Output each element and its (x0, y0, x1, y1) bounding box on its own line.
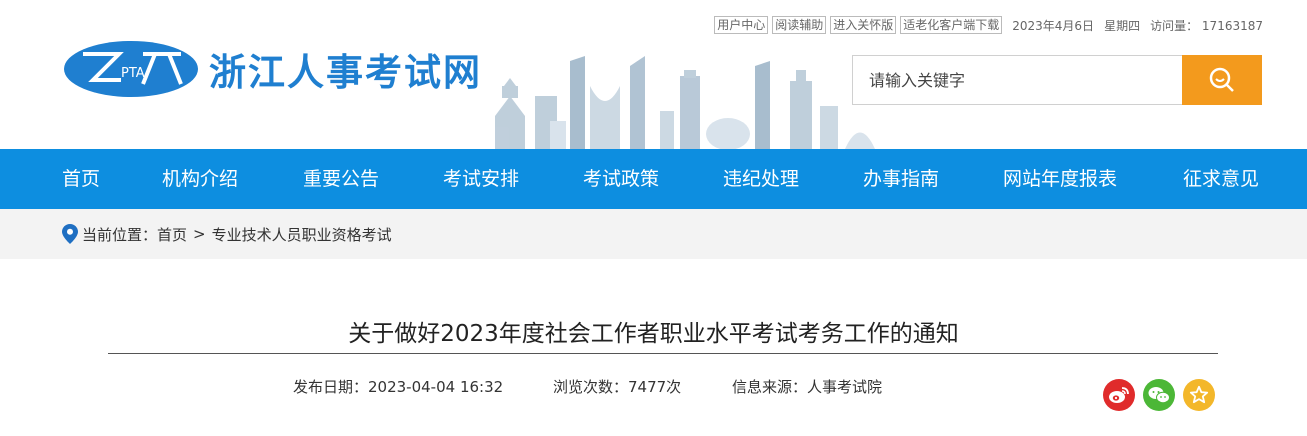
elderly-client-download-link[interactable]: 适老化客户端下载 (900, 16, 1003, 34)
current-weekday: 星期四 (1104, 18, 1141, 33)
publish-date: 发布日期：2023-04-04 16:32 (293, 378, 504, 396)
breadcrumb-bar: 当前位置： 首页 > 专业技术人员职业资格考试 (0, 209, 1307, 259)
nav-item-exam-policy[interactable]: 考试政策 (583, 149, 659, 209)
share-weibo-button[interactable] (1103, 379, 1135, 411)
logo-mark-text: PTA (121, 66, 145, 81)
breadcrumb-separator: > (193, 225, 206, 243)
search-input[interactable] (852, 55, 1182, 105)
top-bar: 用户中心 阅读辅助 进入关怀版 适老化客户端下载 2023年4月6日 星期四 访… (714, 15, 1263, 35)
title-divider (108, 353, 1218, 354)
visit-count-label: 访问量： (1150, 18, 1199, 33)
location-pin-icon (62, 224, 78, 244)
wechat-icon (1148, 387, 1170, 404)
share-wechat-button[interactable] (1143, 379, 1175, 411)
user-center-link[interactable]: 用户中心 (714, 16, 769, 34)
current-date: 2023年4月6日 (1012, 18, 1095, 33)
care-mode-link[interactable]: 进入关怀版 (830, 16, 897, 34)
article-title: 关于做好2023年度社会工作者职业水平考试考务工作的通知 (348, 321, 959, 347)
search-button[interactable] (1182, 55, 1262, 105)
breadcrumb-label: 当前位置： (82, 225, 158, 244)
main-nav: 首页 机构介绍 重要公告 考试安排 考试政策 违纪处理 办事指南 网站年度报表 … (0, 149, 1307, 209)
site-name: 浙江人事考试网 (209, 51, 482, 94)
nav-item-annual-report[interactable]: 网站年度报表 (1003, 149, 1117, 209)
page: 用户中心 阅读辅助 进入关怀版 适老化客户端下载 2023年4月6日 星期四 访… (0, 0, 1307, 436)
header: 用户中心 阅读辅助 进入关怀版 适老化客户端下载 2023年4月6日 星期四 访… (0, 0, 1307, 149)
search-icon (1209, 67, 1234, 92)
search-box (852, 55, 1262, 105)
nav-item-announcements[interactable]: 重要公告 (303, 149, 379, 209)
nav-item-violations[interactable]: 违纪处理 (723, 149, 799, 209)
nav-item-service-guide[interactable]: 办事指南 (863, 149, 939, 209)
nav-item-exam-schedule[interactable]: 考试安排 (443, 149, 519, 209)
breadcrumb-current-link[interactable]: 专业技术人员职业资格考试 (212, 224, 392, 245)
reading-aid-link[interactable]: 阅读辅助 (772, 16, 827, 34)
nav-item-feedback[interactable]: 征求意见 (1183, 149, 1259, 209)
site-logo[interactable]: PTA 浙江人事考试网 (63, 40, 482, 98)
visit-count: 访问量： 17163187 (1150, 17, 1263, 34)
nav-item-about[interactable]: 机构介绍 (162, 149, 238, 209)
favorite-button[interactable] (1183, 379, 1215, 411)
breadcrumb: 当前位置： 首页 > 专业技术人员职业资格考试 (62, 209, 392, 259)
visit-count-value: 17163187 (1201, 18, 1263, 33)
info-source: 信息来源：人事考试院 (732, 378, 883, 396)
weibo-icon (1109, 387, 1129, 403)
favorite-icon (1189, 385, 1209, 404)
nav-item-home[interactable]: 首页 (62, 149, 100, 209)
breadcrumb-home-link[interactable]: 首页 (157, 224, 187, 245)
view-count: 浏览次数：7477次 (553, 378, 682, 396)
pta-logo-icon: PTA (64, 41, 198, 97)
city-skyline-illustration (495, 56, 875, 149)
